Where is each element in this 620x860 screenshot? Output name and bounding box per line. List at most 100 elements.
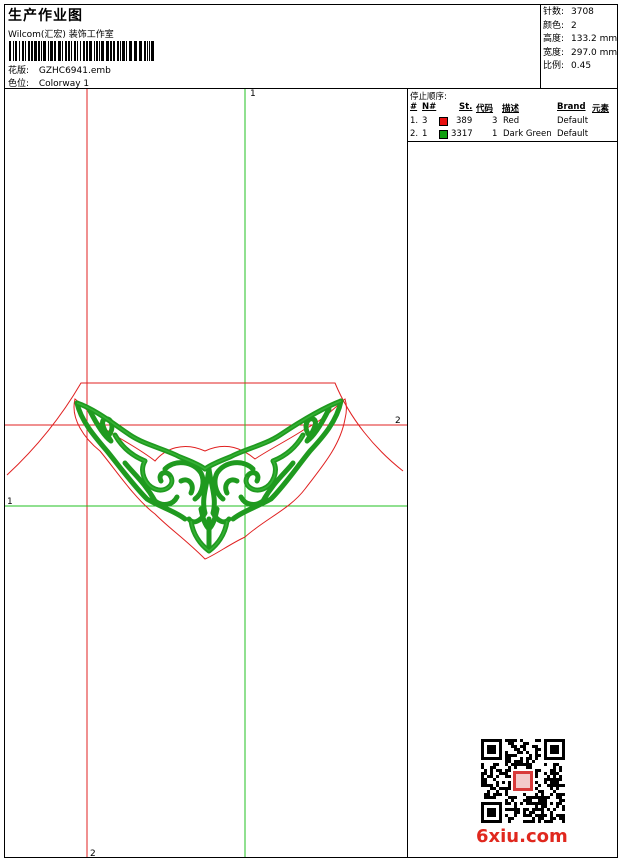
qr-module	[505, 754, 508, 757]
barcode-bar	[71, 41, 72, 61]
barcode-bar	[110, 41, 112, 61]
qr-module	[514, 808, 517, 811]
qr-module	[550, 772, 553, 775]
qr-module	[517, 811, 520, 814]
qr-module	[511, 745, 514, 748]
qr-module	[508, 817, 511, 820]
qr-module	[532, 820, 535, 823]
barcode-bar	[113, 41, 115, 61]
barcode-bar	[117, 41, 119, 61]
qr-module	[496, 769, 499, 772]
barcode-bar	[48, 41, 49, 61]
col-header-element: 元素	[592, 104, 610, 114]
qr-module	[550, 784, 553, 787]
qr-module	[553, 817, 556, 820]
qr-module	[505, 751, 508, 754]
qr-module	[550, 793, 553, 796]
barcode-bar	[34, 41, 37, 61]
qr-module	[559, 799, 562, 802]
barcode-bar	[151, 41, 154, 61]
barcode-bar	[80, 41, 81, 61]
qr-module	[541, 811, 544, 814]
qr-module	[508, 742, 511, 745]
qr-module	[550, 787, 553, 790]
barcode-bar	[9, 41, 11, 61]
stat-width: 宽度: 297.0 mm	[543, 47, 618, 58]
pattern-label: 花版:	[8, 66, 30, 76]
barcode-bar	[43, 41, 46, 61]
qr-module	[553, 766, 556, 769]
qr-module	[556, 793, 559, 796]
qr-module	[505, 769, 508, 772]
qr-module	[544, 778, 547, 781]
qr-module	[532, 802, 535, 805]
qr-module	[532, 745, 535, 748]
qr-module	[514, 739, 517, 742]
qr-module	[496, 793, 499, 796]
qr-module	[499, 787, 502, 790]
qr-module	[505, 793, 508, 796]
qr-module	[496, 784, 499, 787]
header-info: 生产作业图 Wilcom(汇宏) 装饰工作室 花版: GZHC6941.emb …	[5, 5, 539, 89]
qr-module	[538, 769, 541, 772]
qr-module	[535, 796, 538, 799]
color-swatch-red	[439, 117, 448, 126]
qr-module	[487, 796, 490, 799]
qr-module	[505, 757, 508, 760]
garment-outline	[6, 382, 404, 476]
qr-module	[499, 793, 502, 796]
barcode-bar	[126, 41, 127, 61]
barcode-bar	[101, 41, 104, 61]
qr-module	[484, 793, 487, 796]
qr-module	[511, 742, 514, 745]
qr-module	[523, 811, 526, 814]
qr-module	[490, 772, 493, 775]
qr-module	[514, 754, 517, 757]
qr-module	[508, 760, 511, 763]
qr-module	[493, 778, 496, 781]
qr-module	[550, 802, 553, 805]
qr-module	[481, 772, 484, 775]
col-header-brand: Brand	[557, 102, 586, 112]
qr-module	[517, 763, 520, 766]
qr-module	[508, 754, 511, 757]
barcode-bar	[77, 41, 78, 61]
qr-module	[559, 766, 562, 769]
qr-module	[493, 763, 496, 766]
qr-module	[508, 796, 511, 799]
qr-module	[520, 745, 523, 748]
qr-module	[553, 790, 556, 793]
qr-module	[511, 763, 514, 766]
qr-module	[535, 775, 538, 778]
barcode-bar	[28, 41, 30, 61]
col-header-stitches: St.	[459, 102, 473, 112]
qr-module	[490, 769, 493, 772]
barcode-bar	[31, 41, 33, 61]
barcode-bar	[139, 41, 142, 61]
qr-module	[562, 814, 565, 817]
qr-module	[526, 802, 529, 805]
barcode-bar	[120, 41, 121, 61]
qr-module	[535, 802, 538, 805]
qr-module	[493, 796, 496, 799]
qr-module	[553, 769, 556, 772]
qr-module	[526, 808, 529, 811]
qr-module	[505, 772, 508, 775]
color-swatch-dark-green	[439, 130, 448, 139]
qr-module	[529, 799, 532, 802]
qr-module	[526, 766, 529, 769]
stop-row: 2. 1 3317 1 Dark Green Default	[410, 129, 589, 139]
guide-marker-right: 2	[395, 416, 401, 426]
qr-module	[526, 799, 529, 802]
qr-module	[487, 784, 490, 787]
qr-module	[541, 817, 544, 820]
qr-module	[556, 802, 559, 805]
qr-finder	[487, 808, 496, 817]
qr-module	[508, 787, 511, 790]
qr-module	[496, 781, 499, 784]
qr-module	[538, 799, 541, 802]
qr-module	[538, 739, 541, 742]
barcode-bar	[41, 41, 42, 61]
qr-module	[550, 781, 553, 784]
qr-module	[532, 808, 535, 811]
